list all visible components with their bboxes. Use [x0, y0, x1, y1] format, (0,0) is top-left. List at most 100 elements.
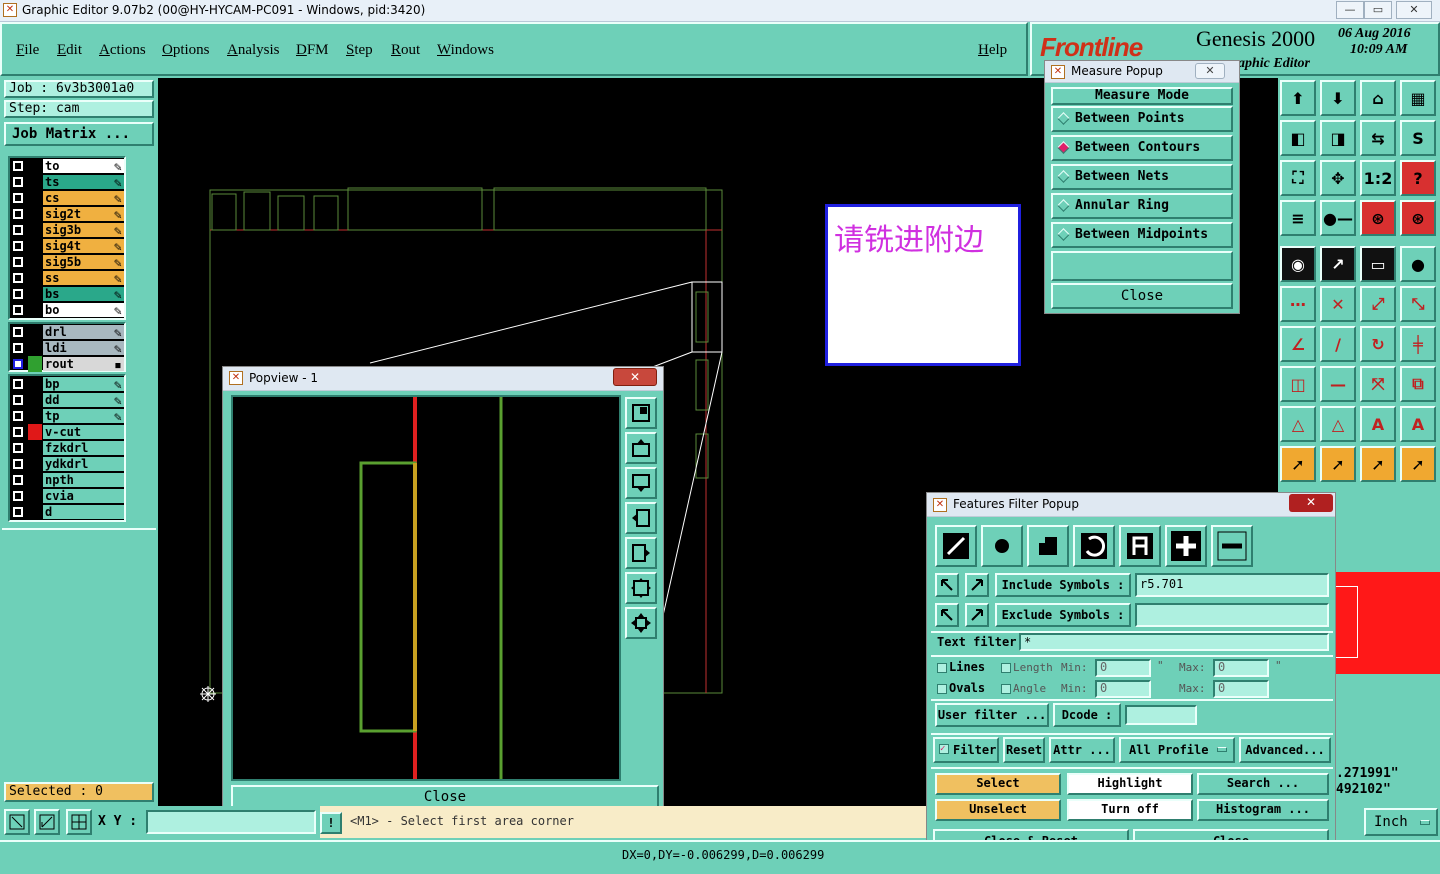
- advanced-button[interactable]: Advanced...: [1239, 737, 1331, 763]
- layer-row-ss[interactable]: ss ✎: [10, 270, 124, 287]
- xy-input[interactable]: [146, 810, 316, 834]
- layer-name[interactable]: tp: [43, 409, 124, 423]
- layer-checkbox[interactable]: [13, 177, 23, 187]
- net-red-icon[interactable]: ⊛: [1360, 200, 1396, 236]
- grid-icon[interactable]: [66, 809, 92, 835]
- layer-checkbox[interactable]: [13, 161, 23, 171]
- layer-color-swatch[interactable]: [28, 392, 42, 408]
- dcode-button[interactable]: Dcode :: [1053, 703, 1121, 727]
- layer-name[interactable]: v-cut: [43, 425, 124, 439]
- layer-checkbox[interactable]: [13, 379, 23, 389]
- shapes-icon[interactable]: ◫: [1280, 366, 1316, 402]
- layer-checkbox[interactable]: [13, 209, 23, 219]
- connect-icon[interactable]: ●—: [1320, 200, 1356, 236]
- layer-color-swatch[interactable]: [28, 206, 42, 222]
- layer-color-swatch[interactable]: [28, 238, 42, 254]
- info-icon[interactable]: !: [320, 812, 342, 834]
- layer-checkbox[interactable]: [13, 289, 23, 299]
- layer-row-ydkdrl[interactable]: ydkdrl: [10, 456, 124, 472]
- zoom-fit-icon[interactable]: [625, 572, 657, 604]
- layer-row-sig3b[interactable]: sig3b ✎: [10, 222, 124, 239]
- text-filter-input[interactable]: *: [1019, 633, 1329, 651]
- scale-icon[interactable]: 1:2: [1360, 160, 1396, 196]
- move-left-icon[interactable]: ◧: [1280, 120, 1316, 156]
- layer-name[interactable]: bp: [43, 377, 124, 391]
- group-icon[interactable]: ⧉: [1400, 366, 1436, 402]
- triangle3-icon[interactable]: A: [1360, 406, 1396, 442]
- layer-row-drl[interactable]: drl ✎: [10, 324, 124, 341]
- layer-name[interactable]: cs: [43, 191, 124, 205]
- layer-row-ldi[interactable]: ldi ✎: [10, 340, 124, 357]
- layer-name[interactable]: rout: [43, 357, 124, 371]
- cross-icon[interactable]: ✕: [1320, 286, 1356, 322]
- layer-checkbox[interactable]: [13, 427, 23, 437]
- menu-file[interactable]: File: [16, 42, 39, 59]
- layer-row-npth[interactable]: npth: [10, 472, 124, 488]
- menu-analysis[interactable]: Analysis: [227, 42, 280, 59]
- angle-min-input[interactable]: 0: [1095, 680, 1151, 698]
- layer-color-swatch[interactable]: [28, 174, 42, 190]
- line-feature-icon[interactable]: [935, 525, 977, 567]
- dcode-input[interactable]: [1125, 705, 1197, 725]
- arrow-draw-icon[interactable]: ↗: [1320, 246, 1356, 282]
- home-icon[interactable]: ⌂: [1360, 80, 1396, 116]
- diag-icon[interactable]: ⤢: [1360, 286, 1396, 322]
- layer-checkbox[interactable]: [13, 343, 23, 353]
- ovals-checkbox[interactable]: [937, 684, 947, 694]
- layer-row-sig2t[interactable]: sig2t ✎: [10, 206, 124, 223]
- turn-off-button[interactable]: Turn off: [1067, 799, 1193, 821]
- menu-edit[interactable]: Edit: [57, 42, 82, 59]
- select-button[interactable]: Select: [935, 773, 1061, 795]
- popview-close-icon[interactable]: ✕: [613, 368, 657, 386]
- slash-icon[interactable]: /: [1320, 326, 1356, 362]
- layer-checkbox[interactable]: [13, 241, 23, 251]
- layer-color-swatch[interactable]: [28, 408, 42, 424]
- layer-color-swatch[interactable]: [28, 222, 42, 238]
- grid-red-icon[interactable]: ╪: [1400, 326, 1436, 362]
- layer-row-rout[interactable]: rout ▪: [10, 356, 124, 373]
- net-red2-icon[interactable]: ⊛: [1400, 200, 1436, 236]
- align-icon[interactable]: ≡: [1280, 200, 1316, 236]
- popview-canvas[interactable]: [231, 395, 621, 781]
- profile-select[interactable]: All Profile: [1119, 737, 1235, 763]
- pad-feature-icon[interactable]: [981, 525, 1023, 567]
- layer-checkbox[interactable]: [13, 475, 23, 485]
- arc-feature-icon[interactable]: [1073, 525, 1115, 567]
- layer-row-bo[interactable]: bo ✎: [10, 302, 124, 319]
- layer-checkbox[interactable]: [13, 359, 23, 369]
- help-icon[interactable]: ?: [1400, 160, 1436, 196]
- layer-name[interactable]: ss: [43, 271, 124, 285]
- pointer-icon[interactable]: ➚: [1280, 446, 1316, 482]
- pan-left-icon[interactable]: [625, 502, 657, 534]
- layer-color-swatch[interactable]: [28, 190, 42, 206]
- layer-name[interactable]: dd: [43, 393, 124, 407]
- job-matrix-button[interactable]: Job Matrix ...: [4, 122, 154, 146]
- layer-row-bs[interactable]: bs ✎: [10, 286, 124, 303]
- measure-between-contours[interactable]: Between Contours: [1051, 135, 1233, 161]
- angle-checkbox[interactable]: [1001, 684, 1011, 694]
- zoom-window-icon[interactable]: [625, 397, 657, 429]
- layer-name[interactable]: sig2t: [43, 207, 124, 221]
- pointer4-icon[interactable]: ➚: [1400, 446, 1436, 482]
- menu-dfm[interactable]: DFM: [296, 42, 329, 59]
- measure-close-icon[interactable]: ✕: [1195, 63, 1225, 79]
- layer-row-cs[interactable]: cs ✎: [10, 190, 124, 207]
- layer-color-swatch[interactable]: [28, 504, 42, 520]
- layer-checkbox[interactable]: [13, 459, 23, 469]
- angle-max-input[interactable]: 0: [1213, 680, 1269, 698]
- layer-color-swatch[interactable]: [28, 376, 42, 392]
- layer-color-swatch[interactable]: [28, 158, 42, 174]
- layer-color-swatch[interactable]: [28, 424, 42, 440]
- snake-icon[interactable]: S: [1400, 120, 1436, 156]
- positive-polarity-icon[interactable]: [1165, 525, 1207, 567]
- length-checkbox[interactable]: [1001, 663, 1011, 673]
- layer-name[interactable]: d: [43, 505, 124, 519]
- layer-name[interactable]: sig3b: [43, 223, 124, 237]
- layer-row-dd[interactable]: dd ✎: [10, 392, 124, 409]
- layer-name[interactable]: bo: [43, 303, 124, 317]
- exclude-list-icon[interactable]: [965, 603, 989, 627]
- layer-checkbox[interactable]: [13, 273, 23, 283]
- layer-color-swatch[interactable]: [28, 302, 42, 318]
- layer-color-swatch[interactable]: [28, 440, 42, 456]
- layer-name[interactable]: ldi: [43, 341, 124, 355]
